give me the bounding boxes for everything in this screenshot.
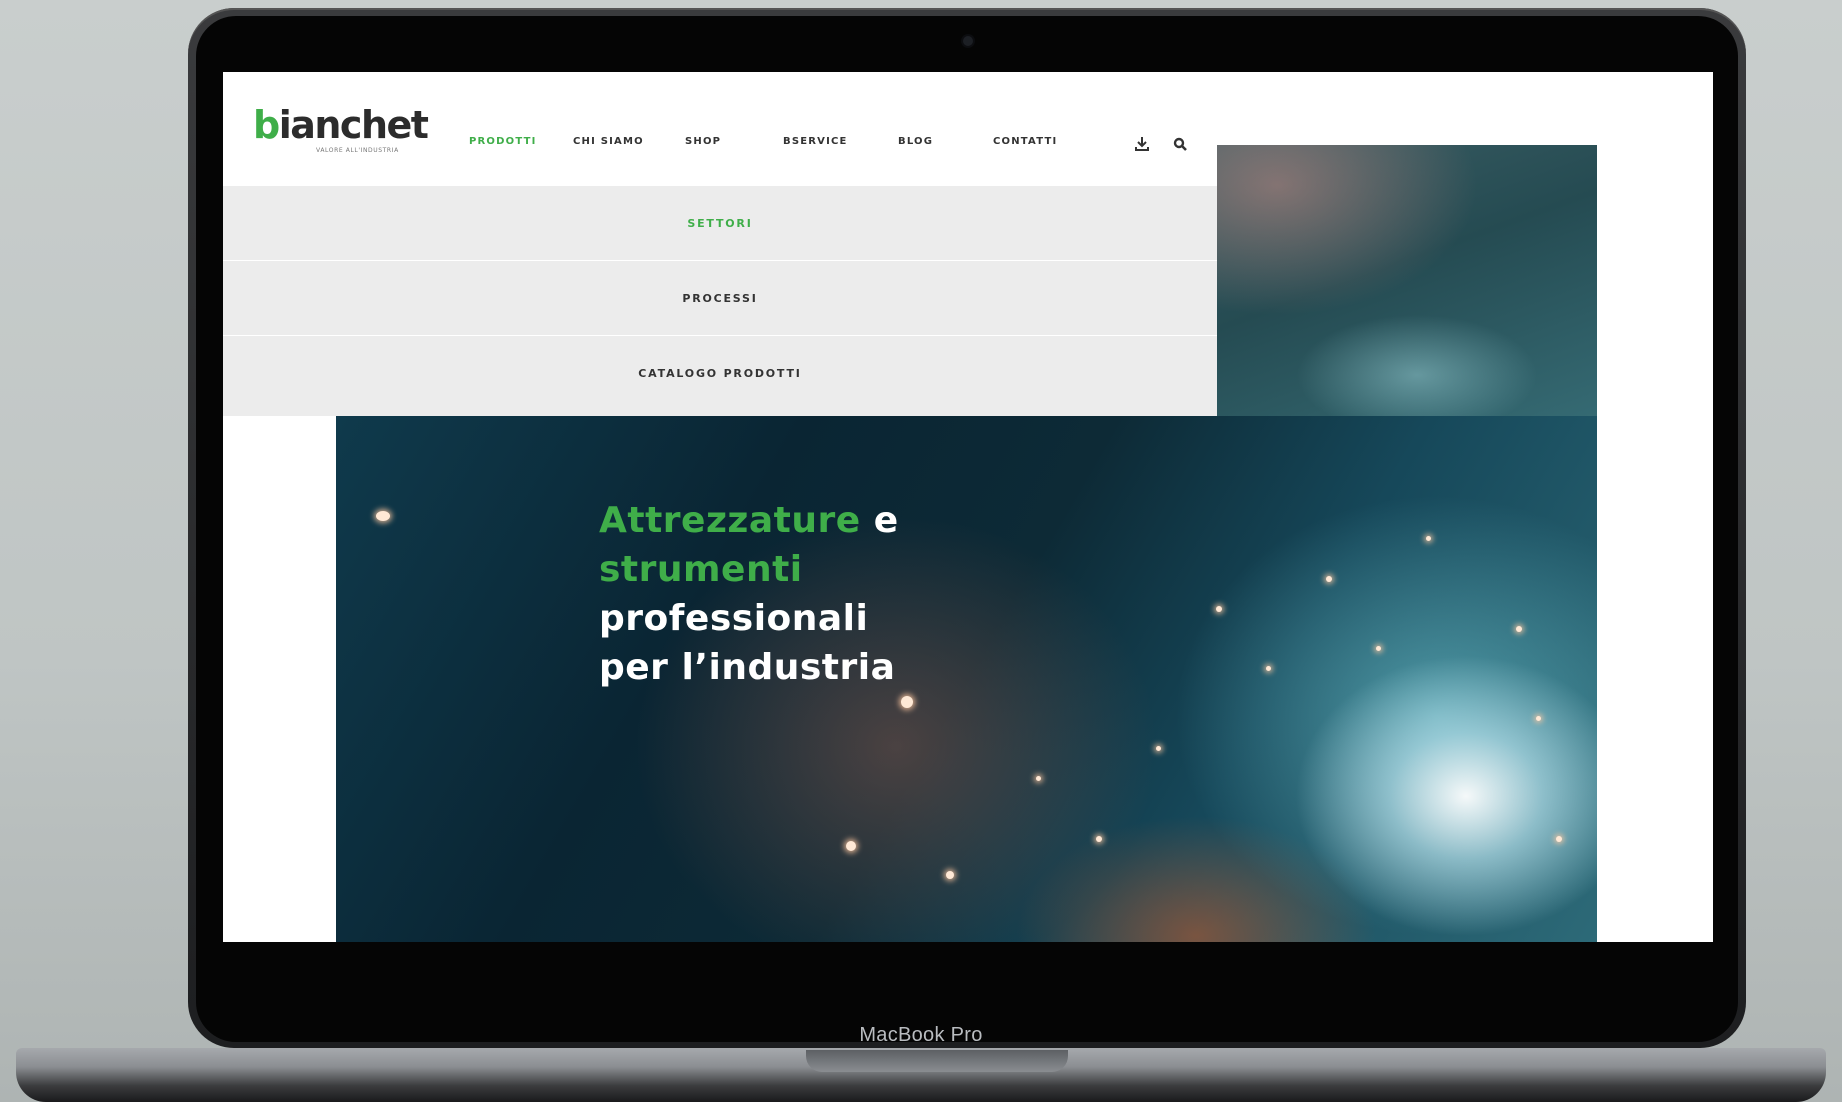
camera-icon [963, 36, 973, 46]
dropdown-item-catalogo-prodotti[interactable]: CATALOGO PRODOTTI [223, 336, 1217, 410]
spark [946, 871, 954, 879]
website-screen: Attrezzature e strumenti professionali p… [223, 72, 1713, 942]
spark [1156, 746, 1161, 751]
nav-shop[interactable]: SHOP [685, 136, 721, 147]
spark [846, 841, 856, 851]
spark [1516, 626, 1522, 632]
laptop-notch [806, 1050, 1068, 1072]
nav-contatti[interactable]: CONTATTI [993, 136, 1057, 147]
spark [1556, 836, 1562, 842]
hero-headline: Attrezzature e strumenti professionali p… [599, 496, 899, 692]
hero-line4: per l’industria [599, 647, 896, 688]
bianchet-logo[interactable]: bianchet VALORE ALL'INDUSTRIA [253, 103, 429, 154]
spark [1536, 716, 1541, 721]
dropdown-item-processi[interactable]: PROCESSI [223, 261, 1217, 335]
spark [1036, 776, 1041, 781]
dropdown-item-settori[interactable]: SETTORI [223, 186, 1217, 260]
spark [376, 511, 390, 521]
spark [1266, 666, 1271, 671]
hero-image-top [1217, 145, 1597, 416]
logo-tagline: VALORE ALL'INDUSTRIA [316, 147, 399, 154]
device-label: MacBook Pro [859, 1024, 983, 1046]
nav-bservice[interactable]: BSERVICE [783, 136, 848, 147]
logo-wordmark: bianchet [253, 103, 429, 147]
nav-chi-siamo[interactable]: CHI SIAMO [573, 136, 644, 147]
hero-line1-white: e [860, 500, 899, 541]
page-margin [223, 416, 336, 942]
spark [1426, 536, 1431, 541]
site-header: bianchet VALORE ALL'INDUSTRIA PRODOTTI C… [223, 72, 1217, 186]
spark [1216, 606, 1222, 612]
nav-prodotti[interactable]: PRODOTTI [469, 136, 537, 147]
hero-line3: professionali [599, 598, 869, 639]
hero-image [336, 416, 1597, 942]
spark [1326, 576, 1332, 582]
spark [1096, 836, 1102, 842]
nav-blog[interactable]: BLOG [898, 136, 933, 147]
prodotti-dropdown: SETTORI PROCESSI CATALOGO PRODOTTI [223, 186, 1217, 416]
download-icon[interactable] [1133, 135, 1151, 153]
hero-line1-green: Attrezzature [599, 500, 861, 541]
hero-line2: strumenti [599, 549, 803, 590]
spark [901, 696, 913, 708]
search-icon[interactable] [1171, 135, 1189, 153]
spark [1376, 646, 1381, 651]
